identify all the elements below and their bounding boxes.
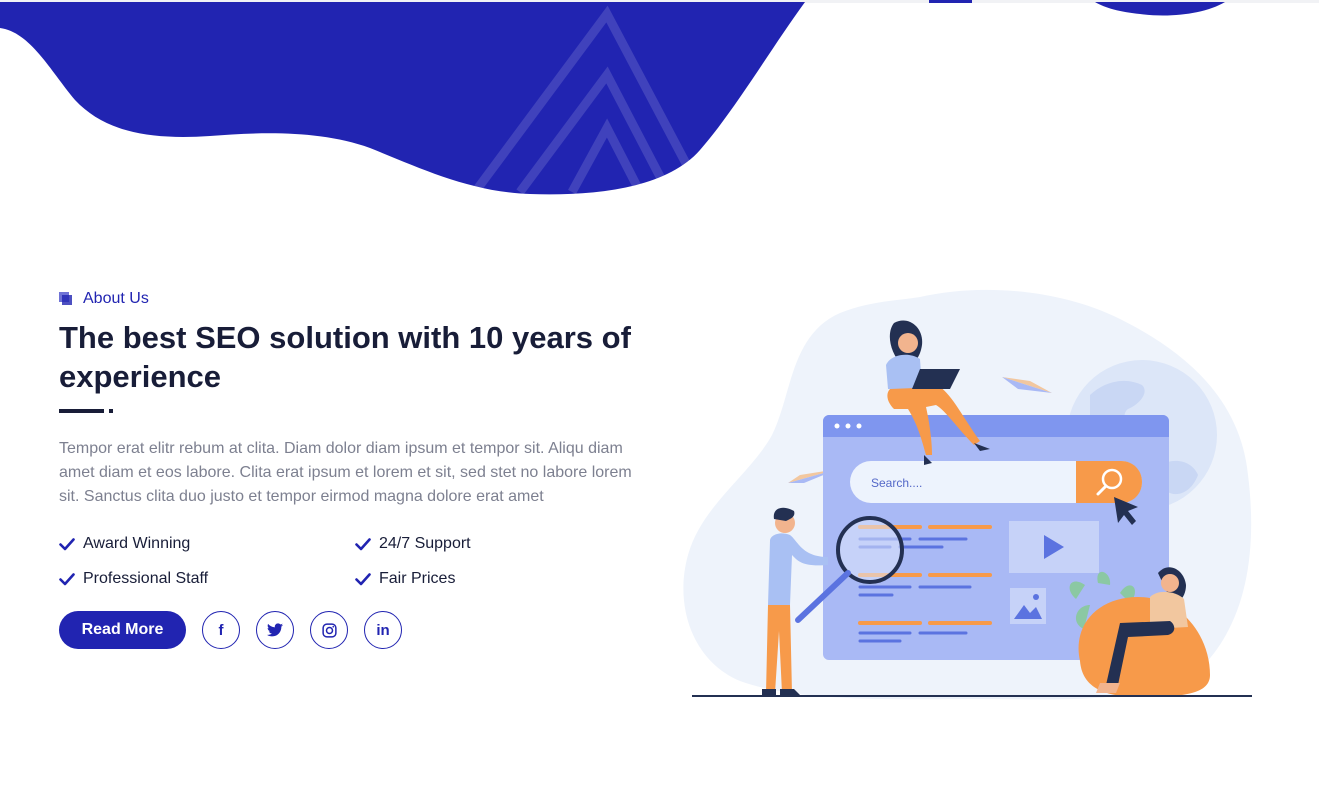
section-title: The best SEO solution with 10 years of e…: [59, 320, 631, 394]
feature-label: Professional Staff: [83, 569, 209, 587]
check-icon: [355, 536, 371, 552]
linkedin-button[interactable]: in: [364, 611, 402, 649]
twitter-icon: [267, 623, 283, 637]
instagram-icon: [321, 622, 337, 638]
about-section: About Us The best SEO solution with 10 y…: [59, 288, 659, 649]
feature-item: 24/7 Support: [355, 533, 651, 554]
check-icon: [59, 536, 75, 552]
facebook-icon: f: [218, 621, 224, 639]
feature-label: Fair Prices: [379, 569, 456, 587]
facebook-button[interactable]: f: [202, 611, 240, 649]
twitter-button[interactable]: [256, 611, 294, 649]
linkedin-icon: in: [376, 621, 390, 639]
feature-item: Professional Staff: [59, 568, 355, 589]
seo-illustration: Search....: [683, 289, 1252, 700]
hero-wave-shape: [0, 2, 1225, 195]
title-underline: [59, 409, 659, 413]
instagram-button[interactable]: [310, 611, 348, 649]
check-icon: [355, 571, 371, 587]
feature-label: 24/7 Support: [379, 534, 471, 552]
search-placeholder: Search....: [871, 476, 922, 490]
check-icon: [59, 571, 75, 587]
eyebrow-label: About Us: [83, 290, 149, 307]
features-list: Award Winning 24/7 Support Professional …: [59, 533, 659, 589]
read-more-button[interactable]: Read More: [59, 611, 186, 649]
feature-label: Award Winning: [83, 534, 191, 552]
squares-icon: [59, 292, 73, 306]
section-description: Tempor erat elitr rebum at clita. Diam d…: [59, 440, 632, 505]
section-eyebrow: About Us: [59, 288, 659, 310]
actions-row: Read More f in: [59, 611, 659, 649]
feature-item: Award Winning: [59, 533, 355, 554]
feature-item: Fair Prices: [355, 568, 651, 589]
